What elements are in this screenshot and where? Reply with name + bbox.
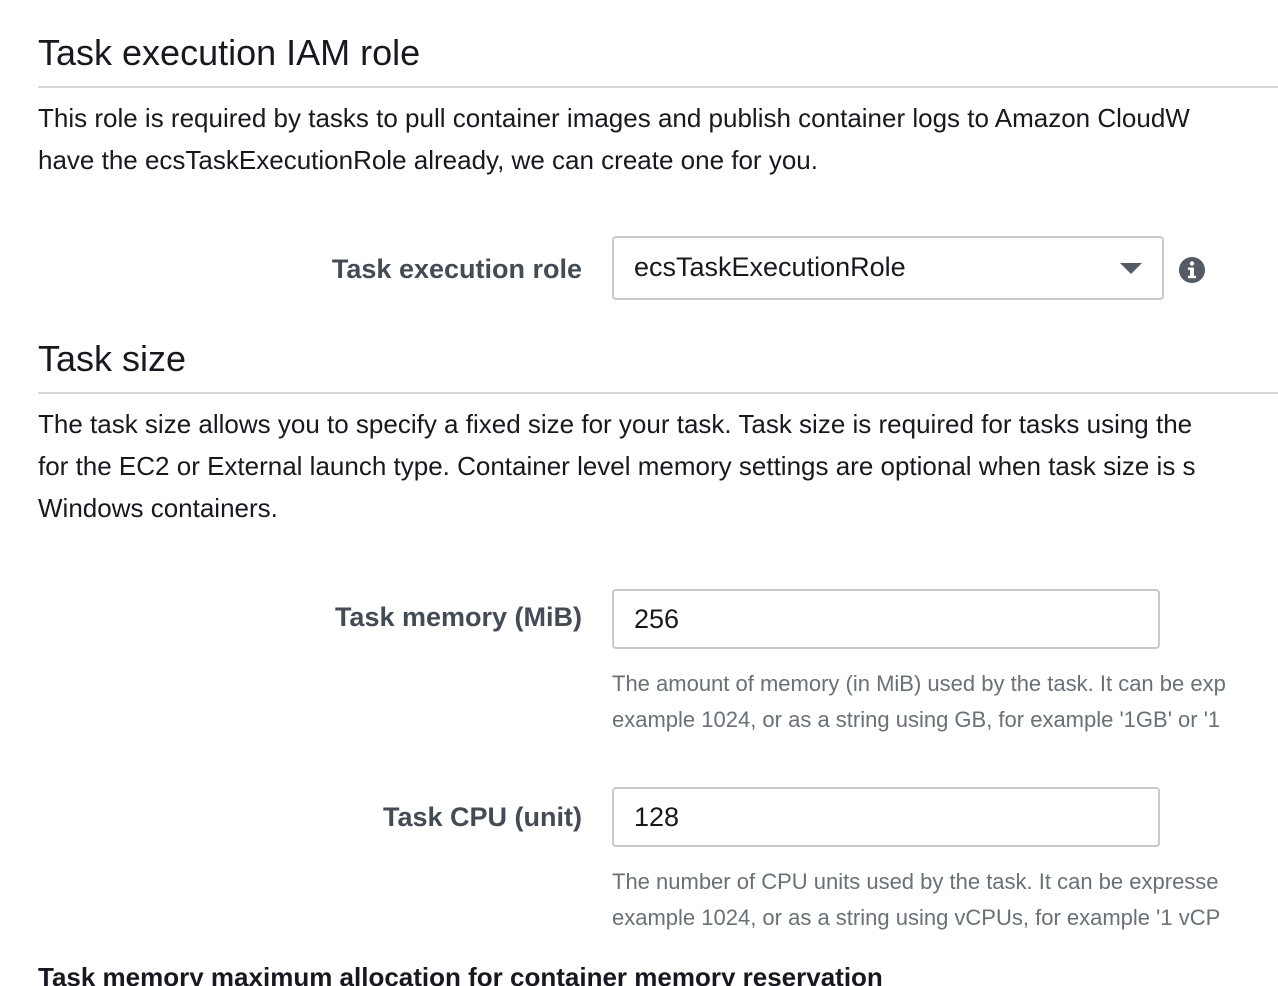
- task-size-desc-line-2: for the EC2 or External launch type. Con…: [38, 451, 1196, 481]
- task-memory-label: Task memory (MiB): [334, 602, 582, 632]
- exec-role-description: This role is required by tasks to pull c…: [38, 97, 1278, 181]
- task-size-desc-line-3: Windows containers.: [38, 493, 278, 523]
- task-execution-role-selected-value: ecsTaskExecutionRole: [634, 252, 906, 282]
- task-size-desc-line-1: The task size allows you to specify a fi…: [38, 409, 1193, 439]
- task-size-description: The task size allows you to specify a fi…: [38, 403, 1278, 529]
- memory-reservation-heading: Task memory maximum allocation for conta…: [38, 962, 883, 986]
- task-cpu-label: Task CPU (unit): [382, 802, 582, 832]
- task-memory-help-line-2: example 1024, or as a string using GB, f…: [612, 707, 1221, 732]
- task-execution-role-select[interactable]: ecsTaskExecutionRole: [612, 236, 1164, 300]
- exec-role-divider: [38, 86, 1278, 88]
- task-size-divider: [38, 392, 1278, 394]
- task-memory-help: The amount of memory (in MiB) used by th…: [612, 666, 1278, 738]
- task-size-section-title: Task size: [38, 338, 187, 379]
- task-cpu-help: The number of CPU units used by the task…: [612, 864, 1278, 936]
- info-circle-icon[interactable]: [1178, 256, 1206, 284]
- task-cpu-help-line-2: example 1024, or as a string using vCPUs…: [612, 905, 1221, 930]
- task-cpu-input[interactable]: [612, 787, 1160, 847]
- task-execution-role-label: Task execution role: [331, 254, 582, 284]
- exec-role-section-title: Task execution IAM role: [38, 32, 421, 73]
- task-cpu-help-line-1: The number of CPU units used by the task…: [612, 869, 1219, 894]
- exec-role-desc-line-2: have the ecsTaskExecutionRole already, w…: [38, 145, 818, 175]
- task-memory-help-line-1: The amount of memory (in MiB) used by th…: [612, 671, 1226, 696]
- caret-down-icon: [1120, 263, 1142, 274]
- task-memory-input[interactable]: [612, 589, 1160, 649]
- exec-role-desc-line-1: This role is required by tasks to pull c…: [38, 103, 1190, 133]
- task-definition-form: Task execution IAM role This role is req…: [0, 0, 1278, 986]
